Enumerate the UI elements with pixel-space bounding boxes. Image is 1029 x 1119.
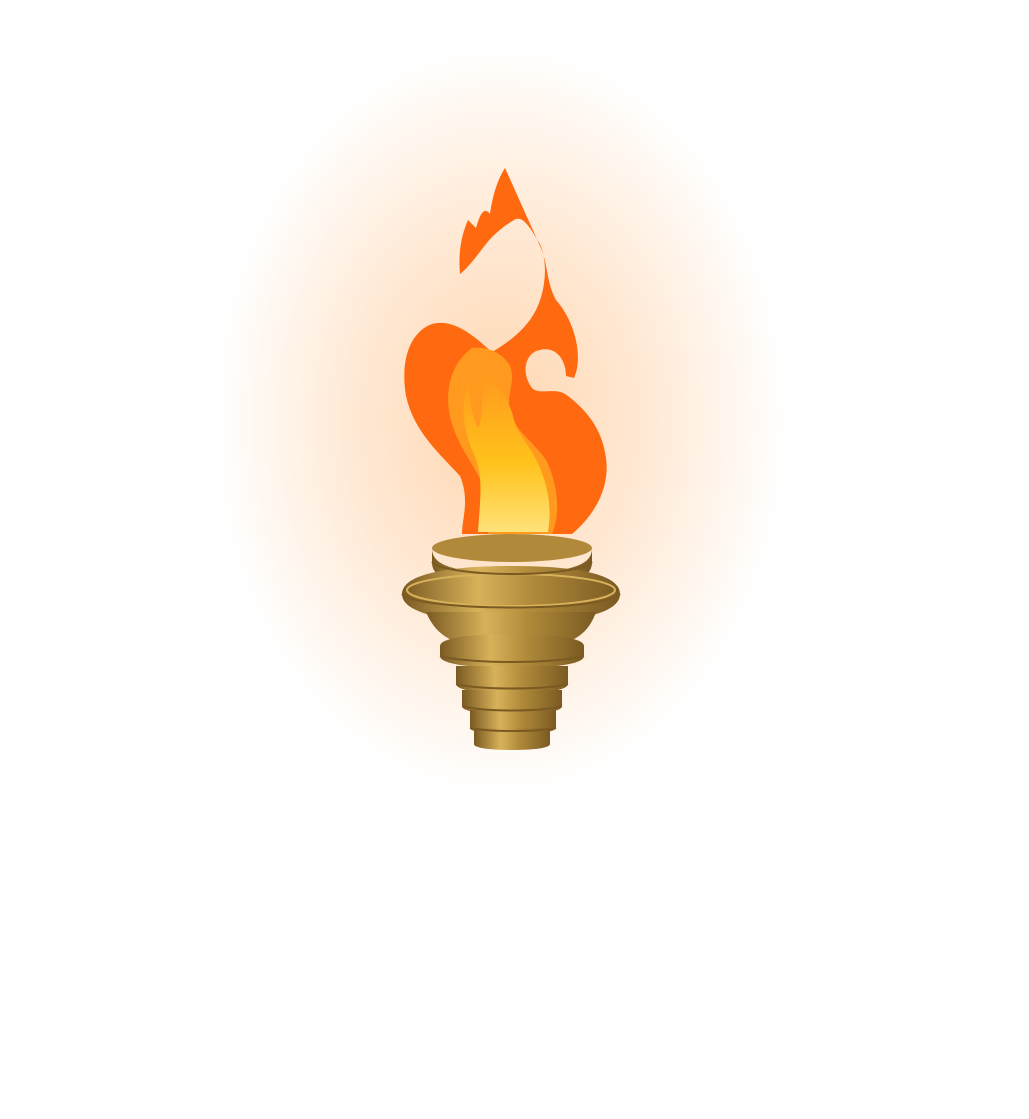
handle-tier-3 [456, 666, 568, 694]
torch-illustration [0, 0, 1029, 1119]
torch-icon [401, 168, 621, 750]
burner-rim-top [432, 534, 592, 562]
